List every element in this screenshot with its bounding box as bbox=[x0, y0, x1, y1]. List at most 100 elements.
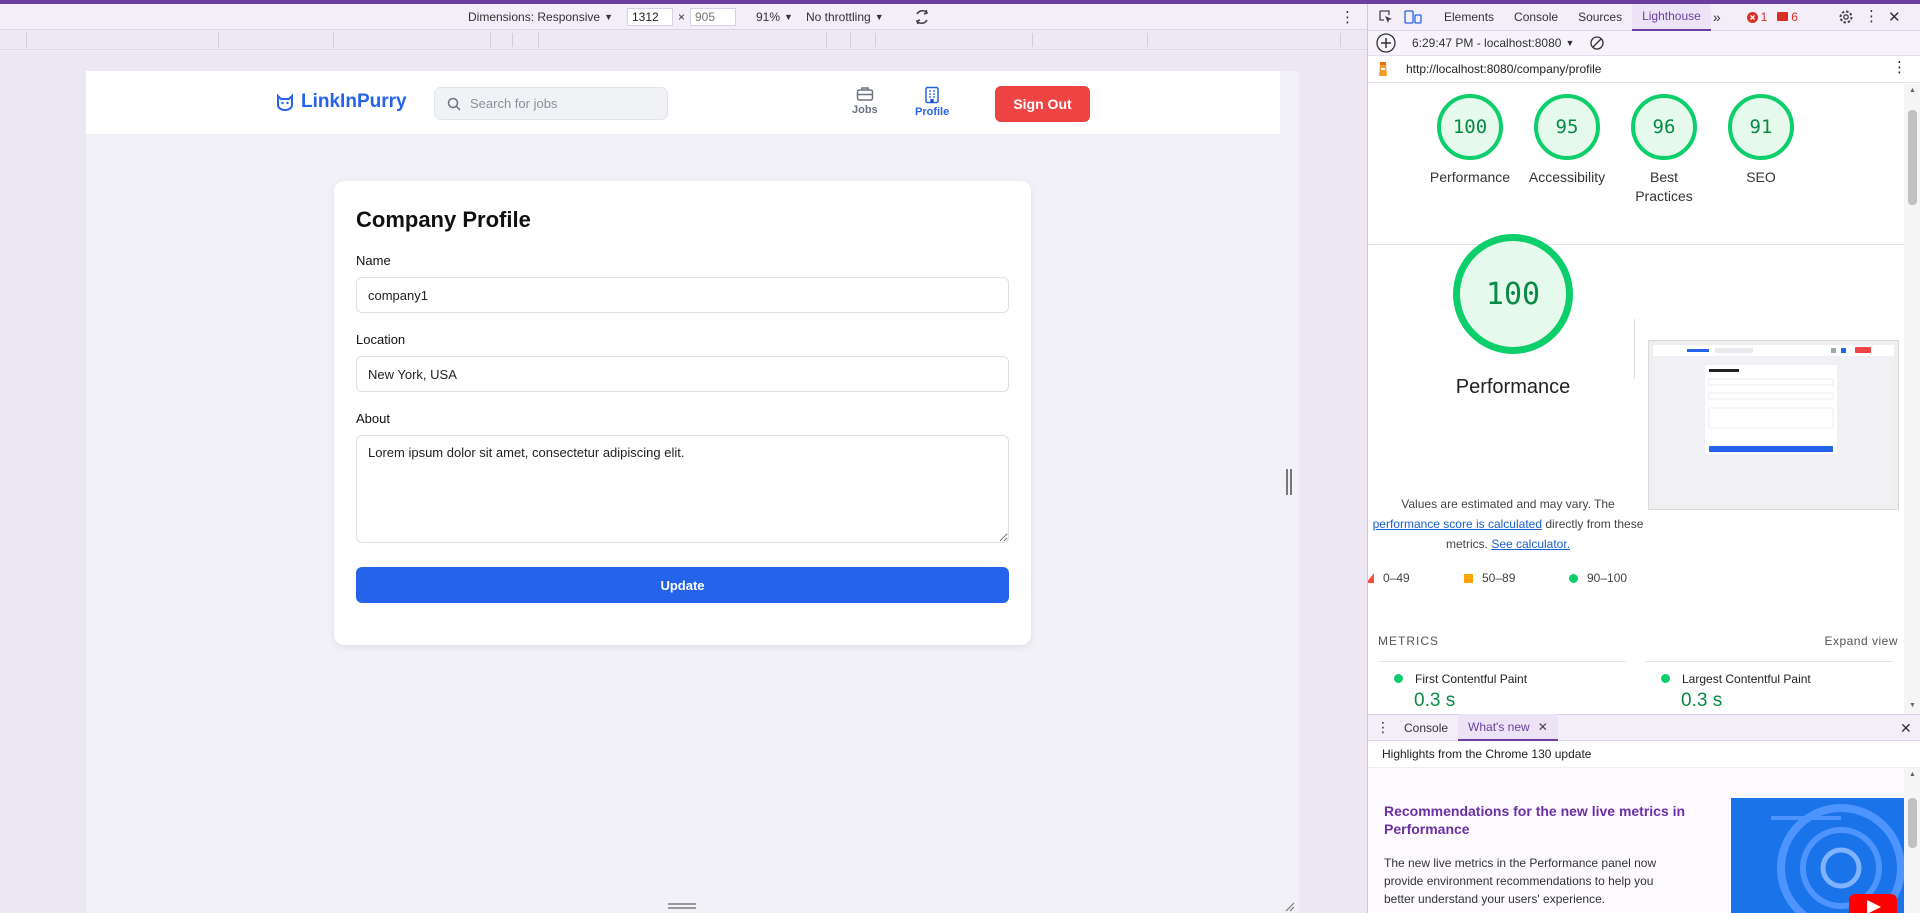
final-screenshot-thumbnail[interactable] bbox=[1648, 340, 1899, 510]
error-counter[interactable]: 1 bbox=[1746, 10, 1768, 24]
score-gauge-seo[interactable]: 91 SEO bbox=[1713, 94, 1809, 187]
pass-dot-icon bbox=[1661, 674, 1670, 683]
company-profile-card: Company Profile Name Location About Lore… bbox=[334, 181, 1031, 645]
report-scrollbar[interactable]: ▲ ▼ bbox=[1904, 84, 1920, 714]
drawer-tab-label: What's new bbox=[1468, 719, 1530, 734]
job-search[interactable] bbox=[434, 87, 668, 120]
briefcase-icon bbox=[856, 86, 874, 102]
tab-elements[interactable]: Elements bbox=[1434, 4, 1504, 31]
inspect-element-icon[interactable] bbox=[1378, 9, 1394, 25]
search-icon bbox=[447, 97, 461, 111]
dimensions-dropdown[interactable]: Dimensions: Responsive ▼ bbox=[468, 10, 613, 24]
divider bbox=[1645, 661, 1893, 662]
tab-lighthouse[interactable]: Lighthouse bbox=[1632, 3, 1711, 31]
issue-count: 6 bbox=[1791, 10, 1798, 24]
metric-fcp: First Contentful Paint 0.3 s bbox=[1394, 672, 1527, 712]
expand-view-toggle[interactable]: Expand view bbox=[1824, 634, 1898, 648]
score-value: 91 bbox=[1728, 94, 1794, 160]
tab-console[interactable]: Console bbox=[1504, 4, 1568, 31]
name-label: Name bbox=[356, 253, 391, 268]
whats-new-header: Highlights from the Chrome 130 update bbox=[1368, 741, 1920, 768]
see-calculator-link[interactable]: See calculator. bbox=[1491, 537, 1570, 551]
whats-new-title[interactable]: Recommendations for the new live metrics… bbox=[1384, 802, 1704, 838]
whats-new-text: The new live metrics in the Performance … bbox=[1384, 856, 1657, 906]
nav-profile-label: Profile bbox=[915, 106, 950, 118]
zoom-dropdown[interactable]: 91% ▼ bbox=[756, 10, 793, 24]
tab-sources[interactable]: Sources bbox=[1568, 4, 1632, 31]
device-toolbar: Dimensions: Responsive ▼ × 91% ▼ No thro… bbox=[0, 4, 1367, 30]
pass-dot-icon bbox=[1394, 674, 1403, 683]
metric-value: 0.3 s bbox=[1681, 690, 1723, 711]
legend-label: 50–89 bbox=[1482, 571, 1516, 585]
about-textarea[interactable]: Lorem ipsum dolor sit amet, consectetur … bbox=[356, 435, 1009, 543]
scroll-up-icon[interactable]: ▲ bbox=[1909, 771, 1916, 778]
media-query-ruler bbox=[0, 30, 1367, 50]
score-legend: 0–49 50–89 90–100 bbox=[1368, 571, 1668, 589]
rotate-icon[interactable] bbox=[912, 7, 932, 27]
settings-gear-icon[interactable] bbox=[1838, 9, 1854, 25]
page-title: Company Profile bbox=[356, 207, 531, 232]
report-selector[interactable]: 6:29:47 PM - localhost:8080 ▼ bbox=[1412, 36, 1574, 50]
brand-name: LinkInPurry bbox=[301, 91, 407, 112]
cat-logo-icon bbox=[275, 92, 295, 112]
scroll-down-icon[interactable]: ▼ bbox=[1909, 702, 1916, 709]
score-calculated-link[interactable]: performance score is calculated bbox=[1373, 517, 1542, 531]
drawer-tab-console[interactable]: Console bbox=[1394, 714, 1458, 741]
customize-menu-icon[interactable]: ⋮ bbox=[1864, 7, 1879, 25]
clear-reports-icon[interactable] bbox=[1590, 36, 1605, 50]
resize-handle-right[interactable] bbox=[1286, 469, 1292, 495]
error-count: 1 bbox=[1760, 10, 1768, 24]
nav-jobs[interactable]: Jobs bbox=[852, 86, 878, 116]
drawer-scrollbar[interactable]: ▲ bbox=[1904, 768, 1920, 913]
issue-counter[interactable]: 6 bbox=[1777, 10, 1798, 24]
location-input[interactable] bbox=[356, 356, 1009, 392]
green-circle-icon bbox=[1569, 573, 1578, 583]
whats-new-video-thumbnail[interactable] bbox=[1731, 798, 1904, 913]
report-menu-icon[interactable]: ⋮ bbox=[1892, 58, 1907, 76]
more-options-icon[interactable]: ⋮ bbox=[1340, 8, 1355, 26]
report-url: http://localhost:8080/company/profile bbox=[1406, 62, 1602, 76]
report-time: 6:29:47 PM - localhost:8080 bbox=[1412, 36, 1562, 50]
device-toggle-icon[interactable] bbox=[1404, 9, 1422, 25]
red-triangle-icon bbox=[1368, 573, 1374, 583]
close-drawer-icon[interactable]: ✕ bbox=[1900, 720, 1912, 737]
throttling-dropdown[interactable]: No throttling ▼ bbox=[806, 10, 884, 24]
drawer-tab-whats-new[interactable]: What's new ✕ bbox=[1458, 714, 1558, 741]
score-gauge-accessibility[interactable]: 95 Accessibility bbox=[1519, 94, 1615, 187]
nav-profile[interactable]: Profile bbox=[915, 86, 949, 118]
score-label: Accessibility bbox=[1528, 169, 1606, 185]
caret-down-icon: ▼ bbox=[874, 11, 884, 22]
score-label: Best Practices bbox=[1635, 169, 1693, 204]
drawer-menu-icon[interactable]: ⋮ bbox=[1376, 719, 1390, 736]
devtools-panel: Elements Console Sources Lighthouse » 1 … bbox=[1367, 3, 1920, 913]
update-button[interactable]: Update bbox=[356, 567, 1009, 603]
orange-square-icon bbox=[1464, 573, 1473, 583]
score-gauge-best-practices[interactable]: 96 Best Practices bbox=[1616, 94, 1712, 206]
sign-out-button[interactable]: Sign Out bbox=[995, 86, 1090, 122]
lighthouse-toolbar: 6:29:47 PM - localhost:8080 ▼ bbox=[1368, 31, 1920, 56]
close-tab-icon[interactable]: ✕ bbox=[1538, 720, 1548, 734]
whats-new-content: Recommendations for the new live metrics… bbox=[1368, 768, 1904, 913]
zoom-label: 91% bbox=[756, 9, 781, 24]
brand-logo[interactable]: LinkInPurry bbox=[275, 91, 407, 113]
throttling-label: No throttling bbox=[806, 9, 871, 24]
search-input[interactable] bbox=[470, 96, 650, 111]
metric-value: 0.3 s bbox=[1414, 690, 1456, 711]
height-input[interactable] bbox=[690, 7, 736, 26]
error-icon bbox=[1746, 11, 1758, 23]
more-tabs-icon[interactable]: » bbox=[1713, 9, 1721, 25]
width-input[interactable] bbox=[627, 7, 673, 26]
name-input[interactable] bbox=[356, 277, 1009, 313]
scrollbar-thumb[interactable] bbox=[1908, 798, 1917, 848]
score-value: 95 bbox=[1534, 94, 1600, 160]
close-devtools-icon[interactable]: ✕ bbox=[1888, 8, 1901, 26]
legend-label: 90–100 bbox=[1587, 571, 1628, 585]
scroll-up-icon[interactable]: ▲ bbox=[1909, 87, 1916, 94]
score-gauge-performance[interactable]: 100 Performance bbox=[1422, 94, 1518, 187]
resize-handle-bottom[interactable] bbox=[668, 903, 696, 909]
resize-handle-corner[interactable] bbox=[1283, 900, 1295, 912]
navbar: LinkInPurry Jobs Profile Sign Out bbox=[86, 71, 1280, 135]
new-report-icon[interactable] bbox=[1376, 33, 1396, 53]
desc-text: Values are estimated and may vary. The bbox=[1401, 497, 1615, 511]
scrollbar-thumb[interactable] bbox=[1908, 110, 1917, 205]
